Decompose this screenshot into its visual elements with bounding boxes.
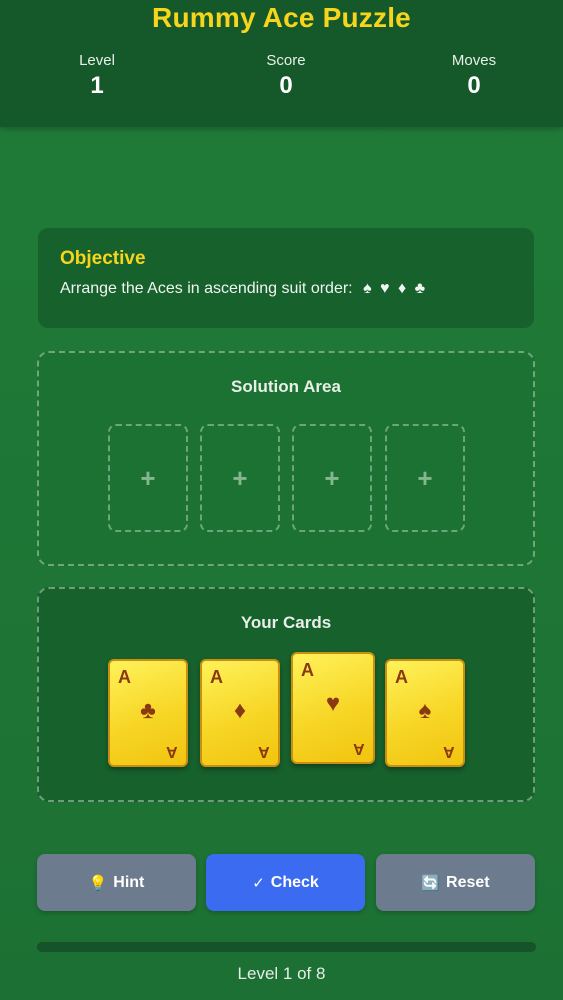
card-rank: A (301, 660, 314, 680)
card-rank: A (118, 667, 131, 687)
card-rank-inverted: A (166, 743, 178, 760)
plus-icon: + (417, 462, 433, 493)
solution-area-title: Solution Area (231, 377, 341, 396)
stat-score-label: Score (266, 52, 306, 69)
stat-moves-label: Moves (451, 52, 497, 69)
hint-button-label: Hint (113, 873, 145, 891)
game-title: Rummy Ace Puzzle (152, 2, 411, 33)
card-ace-of-spades[interactable]: A ♠ A (385, 659, 465, 767)
club-icon: ♣ (140, 697, 156, 724)
solution-slot-3[interactable]: + (292, 424, 372, 532)
hand-area: Your Cards A ♣ A A ♦ A A ♥ A A ♠ A (37, 587, 535, 802)
stat-moves: Moves 0 (394, 52, 554, 100)
suit-order-icons: ♠ ♥ ♦ ♣ (363, 280, 428, 297)
solution-slot-1[interactable]: + (108, 424, 188, 532)
hand-area-title: Your Cards (240, 613, 332, 632)
objective-description: Arrange the Aces in ascending suit order… (60, 280, 512, 298)
stat-level: Level 1 (17, 52, 177, 100)
card-rank-inverted: A (258, 743, 270, 760)
stat-level-value: 1 (90, 72, 104, 99)
lightbulb-icon: 💡 (88, 874, 108, 892)
plus-icon: + (232, 462, 248, 493)
plus-icon: + (324, 462, 340, 493)
hint-button[interactable]: 💡 Hint (37, 854, 196, 911)
stat-score-value: 0 (279, 72, 293, 99)
checkmark-icon: ✓ (252, 874, 265, 892)
heart-icon: ♥ (325, 690, 341, 717)
refresh-icon: 🔄 (421, 874, 441, 892)
solution-slot-4[interactable]: + (385, 424, 465, 532)
reset-button-label: Reset (446, 873, 490, 891)
objective-title: Objective (60, 248, 146, 269)
stat-moves-value: 0 (467, 72, 481, 99)
card-rank: A (395, 667, 408, 687)
check-button[interactable]: ✓ Check (206, 854, 365, 911)
solution-area[interactable]: Solution Area + + + + (37, 351, 535, 566)
card-rank: A (210, 667, 223, 687)
card-ace-of-clubs[interactable]: A ♣ A (108, 659, 188, 767)
plus-icon: + (140, 462, 156, 493)
objective-text: Arrange the Aces in ascending suit order… (60, 280, 353, 297)
game-app: Rummy Ace Puzzle Level 1 Score 0 Moves 0… (0, 0, 563, 1000)
card-rank-inverted: A (353, 740, 365, 757)
header: Rummy Ace Puzzle Level 1 Score 0 Moves 0 (0, 0, 563, 127)
check-button-label: Check (270, 873, 319, 891)
solution-slot-2[interactable]: + (200, 424, 280, 532)
stat-level-label: Level (79, 52, 115, 69)
level-progress-text: Level 1 of 8 (237, 964, 326, 983)
objective-panel: Objective Arrange the Aces in ascending … (38, 228, 534, 328)
spade-icon: ♠ (418, 697, 432, 724)
stat-score: Score 0 (206, 52, 366, 100)
level-progress-bar (37, 942, 536, 952)
card-ace-of-diamonds[interactable]: A ♦ A (200, 659, 280, 767)
card-rank-inverted: A (443, 743, 455, 760)
reset-button[interactable]: 🔄 Reset (376, 854, 535, 911)
card-ace-of-hearts[interactable]: A ♥ A (291, 652, 375, 764)
diamond-icon: ♦ (233, 697, 247, 724)
